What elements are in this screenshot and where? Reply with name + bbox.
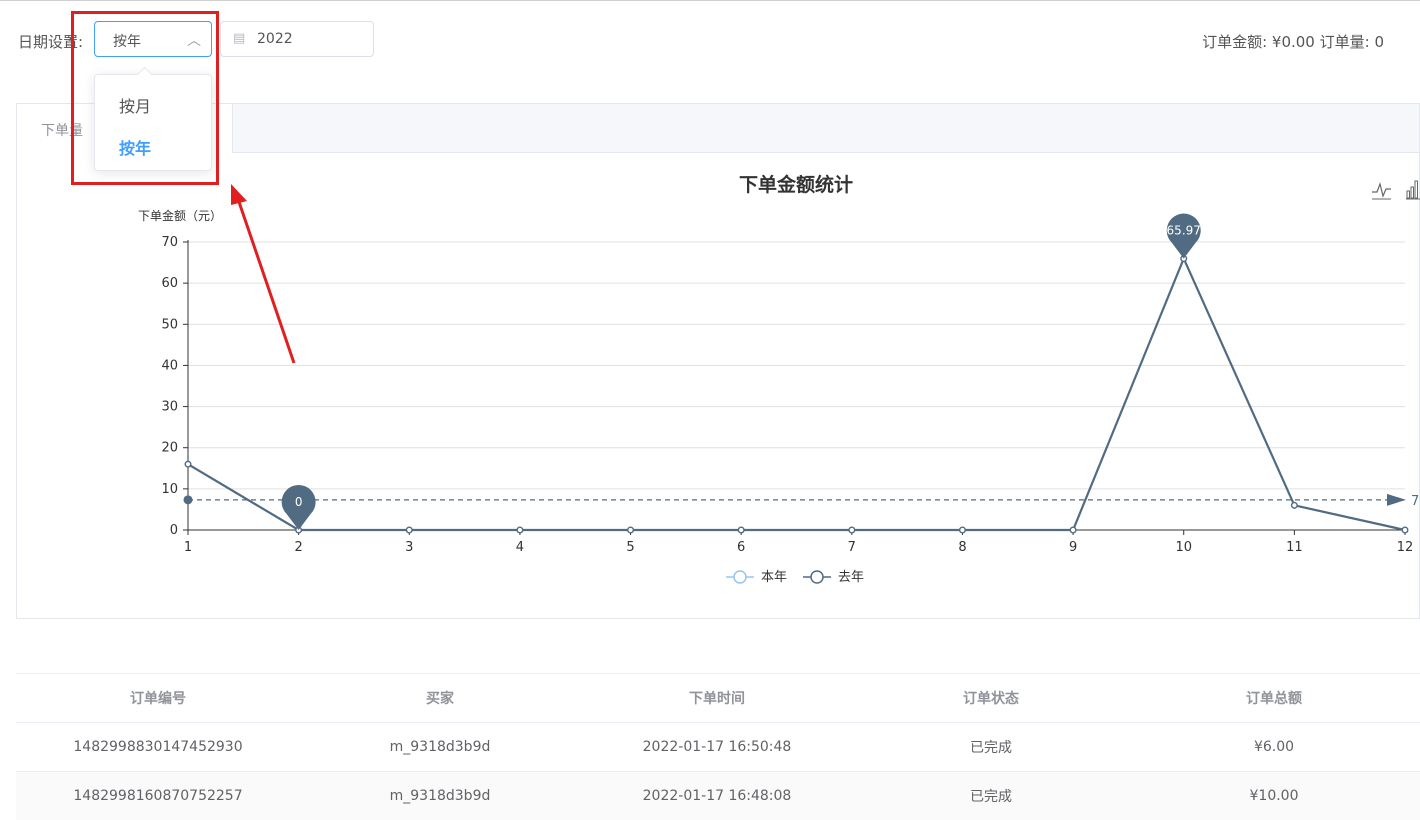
marker-pin-label: 65.97 (1167, 224, 1201, 238)
y-tick-label: 60 (161, 276, 178, 291)
data-point (1401, 526, 1409, 534)
data-point (1290, 501, 1298, 509)
data-point (848, 526, 856, 534)
marker-pin-label: 0 (295, 495, 303, 509)
data-point (737, 526, 745, 534)
y-axis-label: 下单金额（元） (138, 208, 222, 223)
y-tick-label: 70 (161, 235, 178, 250)
header-buyer: 买家 (426, 691, 454, 707)
cell-order-status: 已完成 (970, 789, 1012, 805)
data-point (1069, 526, 1077, 534)
cell-order-id: 1482998160870752257 (73, 788, 243, 804)
x-tick-label: 2 (294, 540, 302, 555)
data-point (184, 460, 192, 468)
chart-toolbox (1372, 180, 1420, 200)
header-order-total: 订单总额 (1246, 691, 1302, 707)
x-tick-label: 11 (1286, 540, 1303, 555)
cell-order-id: 1482998830147452930 (73, 739, 243, 755)
orders-table: 订单编号 买家 下单时间 订单状态 订单总额 14829988301474529… (16, 673, 1420, 820)
table-row[interactable]: 1482998830147452930 m_9318d3b9d 2022-01-… (16, 722, 1420, 771)
x-tick-label: 12 (1397, 540, 1414, 555)
header-order-id: 订单编号 (130, 691, 186, 707)
chart-legend[interactable]: 本年 去年 (726, 570, 864, 585)
line-chart-icon[interactable] (1372, 181, 1391, 198)
annotation-highlight-box (71, 11, 219, 185)
cell-order-total: ¥6.00 (1253, 739, 1295, 755)
table-header: 订单编号 买家 下单时间 订单状态 订单总额 (16, 673, 1420, 722)
x-tick-label: 6 (737, 540, 745, 555)
cell-buyer: m_9318d3b9d (389, 788, 491, 804)
legend-this-year-marker (733, 570, 747, 584)
y-tick-label: 30 (161, 400, 178, 415)
chart-title: 下单金额统计 (739, 173, 853, 196)
x-tick-label: 7 (848, 540, 856, 555)
y-tick-label: 20 (161, 441, 178, 456)
legend-last-year: 去年 (838, 570, 864, 585)
y-tick-label: 10 (161, 482, 178, 497)
x-tick-label: 8 (958, 540, 966, 555)
header-order-status: 订单状态 (963, 691, 1019, 707)
x-tick-label: 1 (184, 540, 192, 555)
average-line-arrow (1387, 493, 1406, 506)
x-tick-label: 4 (516, 540, 524, 555)
cell-buyer: m_9318d3b9d (389, 739, 491, 755)
y-tick-label: 50 (161, 317, 178, 332)
x-tick-label: 3 (405, 540, 413, 555)
legend-this-year: 本年 (761, 570, 787, 585)
y-tick-label: 0 (170, 523, 178, 538)
data-point (516, 526, 524, 534)
x-tick-label: 9 (1069, 540, 1077, 555)
data-point (627, 526, 635, 534)
chart-series: 7 0 65.97 (183, 213, 1419, 534)
cell-order-status: 已完成 (970, 740, 1012, 756)
table-row[interactable]: 1482998160870752257 m_9318d3b9d 2022-01-… (16, 771, 1420, 820)
cell-order-time: 2022-01-17 16:48:08 (642, 788, 792, 804)
x-tick-label: 5 (626, 540, 634, 555)
data-point (958, 526, 966, 534)
data-point (405, 526, 413, 534)
bar-chart-icon[interactable] (1406, 180, 1420, 200)
cell-order-total: ¥10.00 (1249, 788, 1299, 804)
average-line-label: 7 (1411, 494, 1419, 509)
cell-order-time: 2022-01-17 16:50:48 (642, 739, 792, 755)
y-tick-label: 40 (161, 358, 178, 373)
x-tick-label: 10 (1175, 540, 1192, 555)
legend-last-year-marker (810, 570, 824, 584)
chart-grid (188, 241, 1405, 490)
header-order-time: 下单时间 (689, 691, 745, 707)
